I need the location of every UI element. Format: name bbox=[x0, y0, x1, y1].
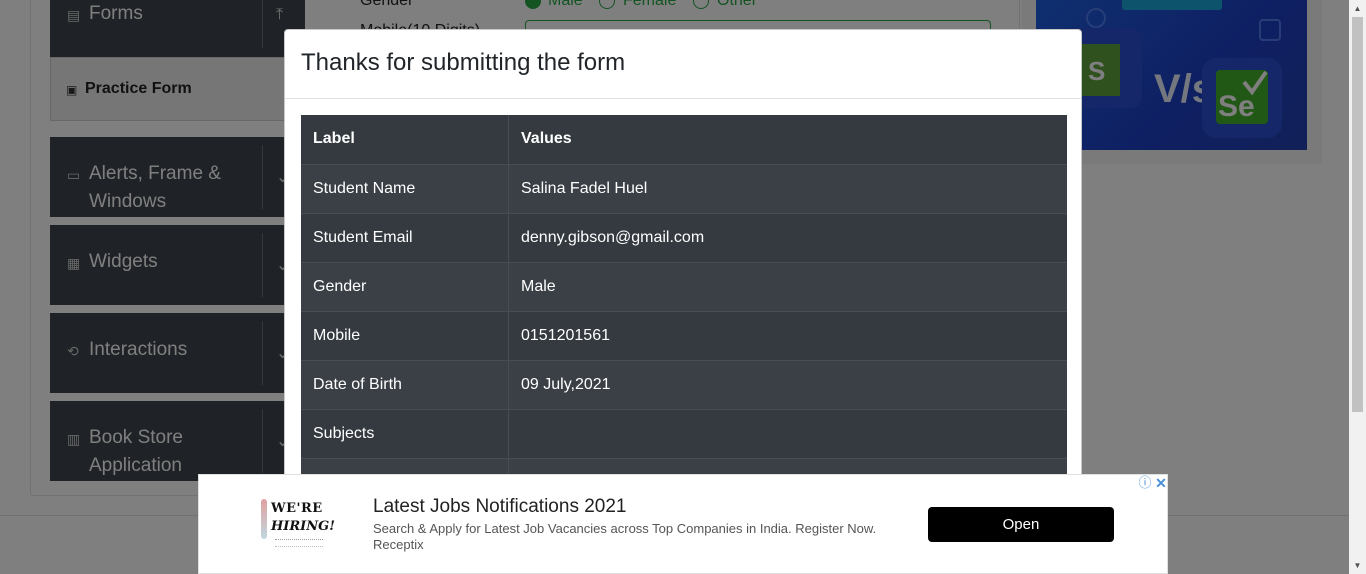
table-row: Subjects bbox=[301, 409, 1067, 459]
scroll-up-arrow-icon[interactable]: ▲ bbox=[1349, 0, 1366, 17]
table-header-row: Label Values bbox=[301, 115, 1067, 164]
column-header-label: Label bbox=[301, 115, 509, 164]
row-value: Salina Fadel Huel bbox=[521, 180, 648, 197]
ad-banner[interactable]: WE'RE HIRING! Latest Jobs Notifications … bbox=[198, 474, 1168, 574]
hiring-logo: WE'RE HIRING! bbox=[257, 497, 335, 555]
scroll-thumb[interactable] bbox=[1352, 17, 1363, 412]
info-icon[interactable]: ⓘ bbox=[1137, 475, 1153, 491]
table-row: Gender Male bbox=[301, 262, 1067, 312]
logo-underline bbox=[275, 539, 323, 547]
modal-title: Thanks for submitting the form bbox=[301, 49, 626, 76]
logo-brush-stroke bbox=[261, 499, 267, 539]
row-value: 09 July,2021 bbox=[521, 376, 611, 393]
row-value: denny.gibson@gmail.com bbox=[521, 229, 705, 246]
page-scrollbar[interactable]: ▲ ▼ bbox=[1349, 0, 1366, 574]
scroll-down-arrow-icon[interactable]: ▼ bbox=[1349, 557, 1366, 574]
logo-text-line2: HIRING! bbox=[271, 519, 335, 534]
row-value: Male bbox=[521, 278, 556, 295]
modal-header: Thanks for submitting the form bbox=[285, 30, 1081, 99]
column-header-values: Values bbox=[521, 130, 572, 147]
table-row: Date of Birth 09 July,2021 bbox=[301, 360, 1067, 410]
table-row: Student Email denny.gibson@gmail.com bbox=[301, 213, 1067, 263]
row-label: Student Name bbox=[301, 165, 509, 214]
row-label: Subjects bbox=[301, 410, 509, 459]
table-row: Mobile 0151201561 bbox=[301, 311, 1067, 361]
close-icon[interactable]: ✕ bbox=[1153, 475, 1169, 491]
row-value: 0151201561 bbox=[521, 327, 610, 344]
row-value bbox=[509, 410, 1067, 459]
ad-open-button[interactable]: Open bbox=[928, 507, 1114, 542]
row-label: Student Email bbox=[301, 214, 509, 263]
logo-text-line1: WE'RE bbox=[271, 501, 323, 516]
row-label: Date of Birth bbox=[301, 361, 509, 410]
ad-source: Receptix bbox=[373, 537, 424, 552]
row-label: Gender bbox=[301, 263, 509, 312]
ad-title[interactable]: Latest Jobs Notifications 2021 bbox=[373, 496, 627, 518]
table-row: Student Name Salina Fadel Huel bbox=[301, 164, 1067, 214]
row-label: Mobile bbox=[301, 312, 509, 361]
submission-modal: Thanks for submitting the form Label Val… bbox=[284, 29, 1082, 509]
ad-description: Search & Apply for Latest Job Vacancies … bbox=[373, 521, 877, 536]
